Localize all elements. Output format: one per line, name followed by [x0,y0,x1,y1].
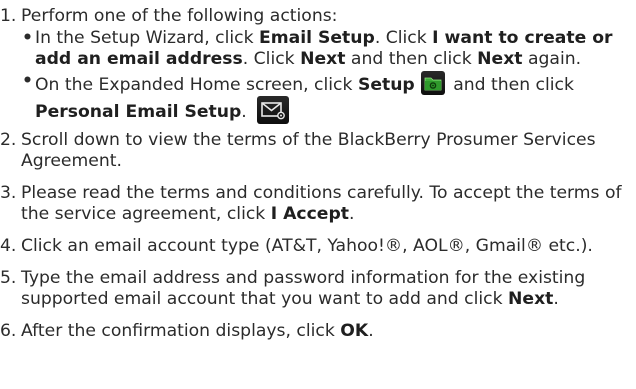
text-run: . [241,102,247,122]
bullet: • [22,28,33,48]
step-4: 4. Click an email account type (AT&T, Ya… [0,236,636,257]
step-2: 2. Scroll down to view the terms of the … [0,130,636,172]
bold-term-setup: Setup [357,75,415,95]
bold-term-next: Next [508,289,554,309]
bold-term-email-setup: Email Setup [259,28,375,48]
text-run: . Click [374,28,433,48]
step-number: 3. [0,183,17,203]
step-5: 5. Type the email address and password i… [0,268,636,310]
step-number: 5. [0,268,17,288]
text-run: On the Expanded Home screen, click [35,75,358,95]
text-run: . [553,289,559,309]
text-run: and then click [345,49,478,69]
setup-folder-icon [420,71,445,95]
step-number: 6. [0,321,17,341]
text-run: In the Setup Wizard, click [35,28,259,48]
list-item: • On the Expanded Home screen, click Set… [22,71,636,124]
text-run: and then click [447,75,574,95]
step-text: Type the email address and password info… [21,268,586,309]
step-6: 6. After the confirmation displays, clic… [0,321,636,342]
text-run: again. [522,49,582,69]
bold-term-next: Next [477,49,523,69]
bullet: • [22,71,33,91]
step-3: 3. Please read the terms and conditions … [0,183,636,225]
text-run: . Click [242,49,301,69]
step-number: 1. [0,6,17,26]
bold-term-personal-email-setup: Personal Email Setup [35,102,242,122]
text-run: . [368,321,374,341]
text-run: . [348,204,355,224]
step-text: Perform one of the following actions: [21,6,338,26]
bold-term-ok: OK [340,321,369,341]
step-1: 1. Perform one of the following actions:… [0,6,636,124]
instructions-document: 1. Perform one of the following actions:… [0,0,636,342]
step-number: 4. [0,236,17,256]
sub-list: • In the Setup Wizard, click Email Setup… [21,28,636,124]
bold-term-i-accept: I Accept [270,204,349,224]
list-item: • In the Setup Wizard, click Email Setup… [22,28,636,70]
personal-email-setup-icon [256,96,289,124]
step-text: After the confirmation displays, click [21,321,341,341]
step-number: 2. [0,130,17,150]
step-text: Click an email account type (AT&T, Yahoo… [21,236,593,256]
bold-term-next: Next [300,49,346,69]
step-text: Scroll down to view the terms of the Bla… [21,130,596,171]
